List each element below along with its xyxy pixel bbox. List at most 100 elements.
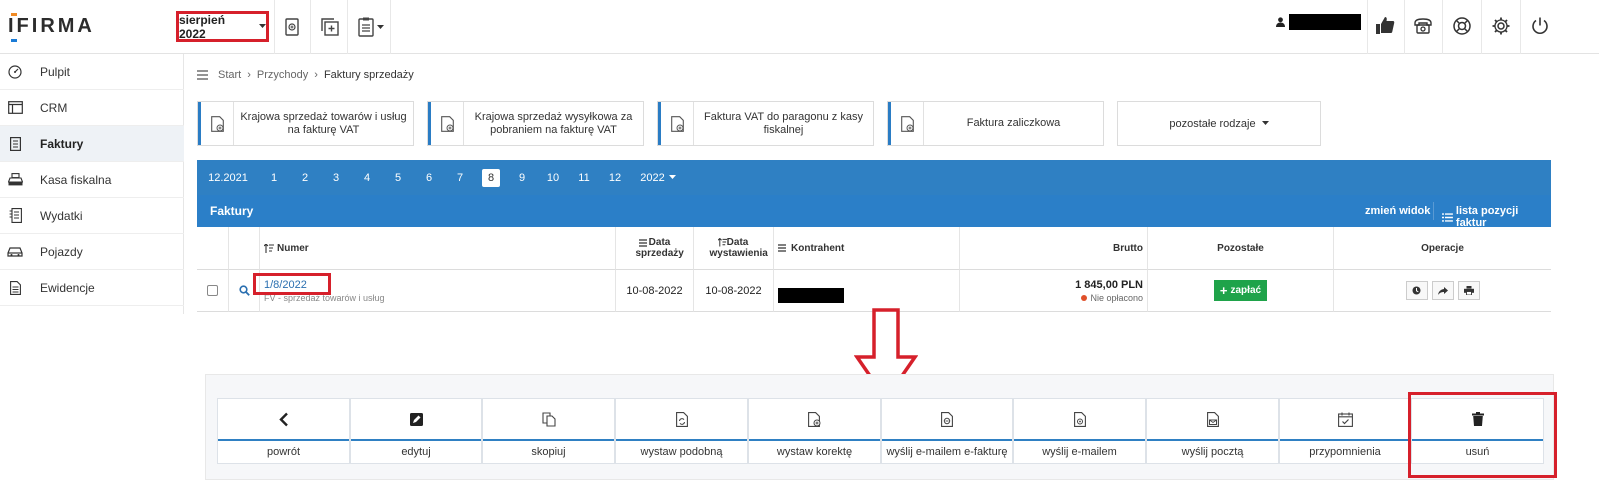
header-sale-date[interactable]: Data sprzedaży <box>616 227 694 270</box>
print-icon[interactable] <box>1457 281 1480 300</box>
issue-similar-label: wystaw podobną <box>640 446 723 458</box>
hamburger-menu-icon[interactable] <box>197 70 208 80</box>
month-link-10[interactable]: 10 <box>546 169 560 187</box>
sidebar-item-pojazdy[interactable]: Pojazdy <box>0 234 184 270</box>
documents-menu-icon[interactable] <box>354 14 388 40</box>
separator <box>274 0 275 54</box>
other-types-label: pozostałe rodzaje <box>1169 117 1256 130</box>
header-issue-date[interactable]: Data wystawienia <box>694 227 774 270</box>
sort-lines-icon <box>778 244 786 252</box>
invoice-type-label: Krajowa sprzedaż towarów i usług na fakt… <box>240 110 407 136</box>
sort-icon <box>718 238 727 247</box>
month-link-6[interactable]: 6 <box>422 169 436 187</box>
back-button[interactable]: powrót <box>217 398 350 464</box>
month-link-11[interactable]: 11 <box>577 169 591 187</box>
header-sale-date-label: Data sprzedaży <box>635 237 684 259</box>
sidebar-item-pulpit[interactable]: Pulpit <box>0 54 184 90</box>
header-issue-date-label: Data wystawienia <box>709 237 768 259</box>
year-dropdown[interactable]: 2022 <box>638 169 678 187</box>
thumbs-up-icon[interactable] <box>1371 12 1399 40</box>
month-link-3[interactable]: 3 <box>329 169 343 187</box>
edit-button[interactable]: edytuj <box>350 398 482 464</box>
month-link-12[interactable]: 12 <box>608 169 622 187</box>
search-icon[interactable] <box>238 285 250 296</box>
edit-label: edytuj <box>401 446 431 458</box>
row-contractor-cell <box>774 270 960 312</box>
send-e-invoice-button[interactable]: wyślij e-mailem e-fakturę <box>881 398 1013 464</box>
reminders-label: przypomnienia <box>1309 446 1381 458</box>
pay-button-label: zapłać <box>1230 285 1262 296</box>
month-link-1[interactable]: 1 <box>267 169 281 187</box>
month-link-5[interactable]: 5 <box>391 169 405 187</box>
header-contractor[interactable]: Kontrahent <box>774 227 960 270</box>
month-navigation-bar: 12.2021 1 2 3 4 5 6 7 8 9 10 11 12 2022 <box>197 160 1551 195</box>
sidebar-item-label: Pojazdy <box>40 244 83 259</box>
row-gross-cell: 1 845,00 PLN Nie opłacono <box>960 270 1148 312</box>
history-clock-icon[interactable] <box>1405 281 1428 300</box>
month-link-7[interactable]: 7 <box>453 169 467 187</box>
unpaid-dot-icon <box>1081 294 1088 301</box>
other-invoice-types-dropdown[interactable]: pozostałe rodzaje <box>1117 101 1321 146</box>
header-gross-label: Brutto <box>1113 242 1143 254</box>
new-document-icon[interactable] <box>279 14 305 40</box>
issue-similar-button[interactable]: wystaw podobną <box>615 398 748 464</box>
positions-list-label: lista pozycji faktur <box>1455 205 1519 229</box>
caret-down-icon <box>668 175 676 179</box>
reminders-button[interactable]: przypomnienia <box>1279 398 1411 464</box>
change-view-link[interactable]: zmień widok <box>1365 205 1430 217</box>
send-email-button[interactable]: wyślij e-mailem <box>1013 398 1146 464</box>
post-doc-icon <box>1206 411 1219 427</box>
header-gross[interactable]: Brutto <box>960 227 1148 270</box>
month-link-4[interactable]: 4 <box>360 169 374 187</box>
month-selector[interactable]: sierpień 2022 <box>176 11 269 42</box>
invoice-type-mail-order[interactable]: Krajowa sprzedaż wysyłkowa za pobraniem … <box>427 101 644 146</box>
header-number[interactable]: Numer <box>260 227 616 270</box>
sidebar-item-faktury[interactable]: Faktury <box>0 126 184 162</box>
invoices-table: Numer Data sprzedaży Data wystawienia Ko… <box>197 227 1551 315</box>
row-checkbox[interactable] <box>207 285 218 296</box>
sort-icon <box>264 243 274 253</box>
contractor-name-redacted[interactable] <box>778 288 844 303</box>
send-email-label: wyślij e-mailem <box>1042 446 1117 458</box>
sidebar-item-wydatki[interactable]: Wydatki <box>0 198 184 234</box>
sidebar-item-label: Faktury <box>40 136 84 151</box>
power-logout-icon[interactable] <box>1526 12 1554 40</box>
add-window-icon[interactable] <box>317 14 343 40</box>
breadcrumb-przychody[interactable]: Przychody <box>257 69 308 81</box>
invoice-type-receipt[interactable]: Faktura VAT do paragonu z kasy fiskalnej <box>657 101 874 146</box>
phone-icon[interactable] <box>1409 12 1437 40</box>
copy-button[interactable]: skopiuj <box>482 398 615 464</box>
invoice-type-advance[interactable]: Faktura zaliczkowa <box>887 101 1104 146</box>
sidebar-item-ewidencje[interactable]: Ewidencje <box>0 270 184 306</box>
month-link-8-selected[interactable]: 8 <box>482 168 500 187</box>
user-account[interactable] <box>1276 14 1361 30</box>
share-forward-icon[interactable] <box>1431 281 1454 300</box>
pay-button[interactable]: + zapłać <box>1214 280 1267 301</box>
invoice-type-domestic-vat[interactable]: Krajowa sprzedaż towarów i usług na fakt… <box>197 101 414 146</box>
highlight-invoice-number <box>253 273 331 295</box>
sidebar-item-kasa-fiskalna[interactable]: Kasa fiskalna <box>0 162 184 198</box>
help-lifebuoy-icon[interactable] <box>1448 12 1476 40</box>
panel-title: Faktury <box>210 204 254 218</box>
send-post-label: wyślij pocztą <box>1181 446 1244 458</box>
sidebar-item-label: CRM <box>40 100 68 115</box>
sidebar-item-crm[interactable]: CRM <box>0 90 184 126</box>
list-icon <box>1442 212 1453 222</box>
header-operations: Operacje <box>1334 227 1551 270</box>
issue-correction-button[interactable]: wystaw korektę <box>748 398 881 464</box>
issue-correction-label: wystaw korektę <box>776 446 853 458</box>
copy-icon <box>541 411 556 427</box>
invoice-icon <box>6 135 24 153</box>
send-post-button[interactable]: wyślij pocztą <box>1146 398 1279 464</box>
document-plus-icon <box>428 102 464 145</box>
month-link-2[interactable]: 2 <box>298 169 312 187</box>
positions-list-link[interactable]: lista pozycji faktur <box>1442 205 1551 229</box>
breadcrumb-start[interactable]: Start <box>218 69 241 81</box>
header-remaining-label: Pozostałe <box>1217 242 1264 254</box>
month-link-prev-year[interactable]: 12.2021 <box>208 169 248 187</box>
settings-gear-icon[interactable] <box>1487 12 1515 40</box>
correction-doc-icon <box>808 411 821 427</box>
invoices-panel-header: Faktury zmień widok lista pozycji faktur <box>197 195 1551 229</box>
row-operations-cell <box>1334 270 1551 312</box>
month-link-9[interactable]: 9 <box>515 169 529 187</box>
